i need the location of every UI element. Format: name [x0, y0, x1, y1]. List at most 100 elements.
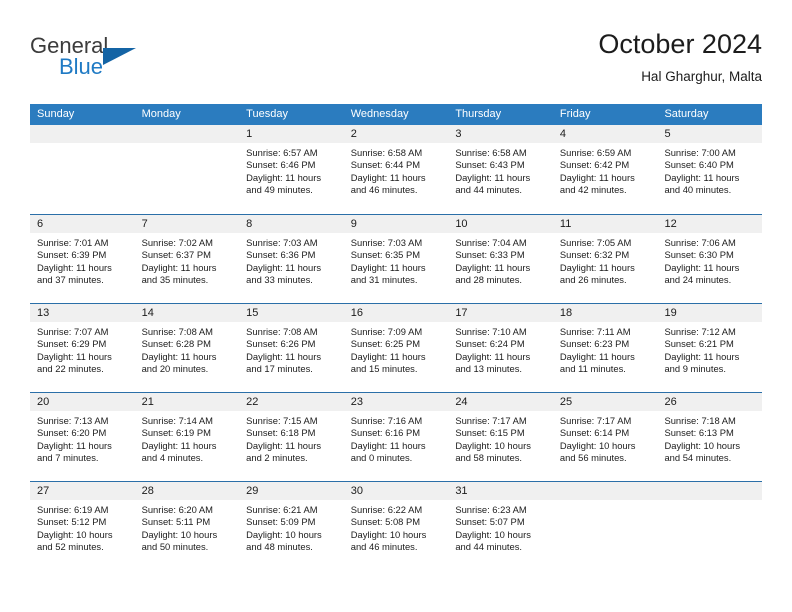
day-number: 29 — [239, 482, 344, 500]
calendar-day-cell[interactable]: 30 Sunrise: 6:22 AM Sunset: 5:08 PM Dayligh… — [343, 482, 449, 570]
calendar-day-cell[interactable]: 11 Sunrise: 7:05 AM Sunset: 6:32 PM Dayligh… — [552, 215, 658, 303]
daylight-duration-line2: and 52 minutes. — [37, 540, 104, 552]
day-sun-info: Sunrise: 7:16 AM Sunset: 6:16 PM Daylight:… — [344, 411, 449, 464]
daylight-duration-line1: Daylight: 11 hours — [37, 350, 112, 362]
sunrise-time: Sunrise: 6:22 AM — [350, 504, 423, 515]
weekday-header-saturday: Saturday — [664, 108, 709, 120]
calendar-week-row: 13 Sunrise: 7:07 AM Sunset: 6:29 PM Dayligh… — [30, 303, 763, 392]
day-number: 30 — [343, 482, 449, 500]
sunrise-time: Sunrise: 6:57 AM — [246, 147, 318, 158]
weekday-header-tuesday: Tuesday — [246, 108, 288, 120]
daylight-duration-line2: and 35 minutes. — [141, 273, 209, 285]
sunset-time: Sunset: 5:08 PM — [350, 516, 421, 528]
daylight-duration-line1: Daylight: 11 hours — [664, 350, 740, 362]
sunrise-time: Sunrise: 7:16 AM — [350, 415, 423, 426]
calendar-day-cell[interactable]: 16 Sunrise: 7:09 AM Sunset: 6:25 PM Dayligh… — [343, 304, 449, 392]
calendar-day-cell[interactable]: 5 Sunrise: 7:00 AM Sunset: 6:40 PM Daylight… — [657, 125, 763, 214]
sunrise-time: Sunrise: 7:03 AM — [350, 237, 423, 248]
calendar-day-cell[interactable]: 6 Sunrise: 7:01 AM Sunset: 6:39 PM Daylight… — [30, 215, 135, 303]
calendar-day-cell[interactable]: 9 Sunrise: 7:03 AM Sunset: 6:35 PM Daylight… — [343, 215, 449, 303]
daylight-duration-line2: and 44 minutes. — [455, 183, 523, 195]
daylight-duration-line1: Daylight: 10 hours — [141, 528, 218, 540]
daylight-duration-line1: Daylight: 11 hours — [246, 261, 322, 273]
day-sun-info: Sunrise: 7:01 AM Sunset: 6:39 PM Daylight:… — [30, 233, 135, 286]
day-number: 25 — [552, 393, 658, 411]
calendar-day-cell[interactable]: 27 Sunrise: 6:19 AM Sunset: 5:12 PM Dayligh… — [30, 482, 135, 570]
daylight-duration-line2: and 40 minutes. — [664, 183, 732, 195]
calendar-day-cell[interactable]: 17 Sunrise: 7:10 AM Sunset: 6:24 PM Dayligh… — [448, 304, 553, 392]
daylight-duration-line1: Daylight: 11 hours — [455, 350, 531, 362]
calendar-day-cell[interactable]: 21 Sunrise: 7:14 AM Sunset: 6:19 PM Dayligh… — [134, 393, 240, 481]
daylight-duration-line2: and 46 minutes. — [350, 540, 418, 552]
daylight-duration-line1: Daylight: 11 hours — [246, 171, 322, 183]
sunset-time: Sunset: 6:14 PM — [559, 427, 630, 439]
calendar-day-cell[interactable]: 23 Sunrise: 7:16 AM Sunset: 6:16 PM Dayligh… — [343, 393, 449, 481]
sunrise-time: Sunrise: 6:19 AM — [37, 504, 109, 515]
sunset-time: Sunset: 6:43 PM — [455, 159, 525, 171]
calendar-day-cell[interactable]: 3 Sunrise: 6:58 AM Sunset: 6:43 PM Daylight… — [448, 125, 553, 214]
calendar-day-cell[interactable]: 15 Sunrise: 7:08 AM Sunset: 6:26 PM Dayligh… — [239, 304, 344, 392]
calendar-day-cell-empty — [657, 482, 763, 570]
daylight-duration-line2: and 50 minutes. — [141, 540, 209, 552]
day-number: 4 — [552, 125, 658, 143]
sunset-time: Sunset: 6:18 PM — [246, 427, 316, 439]
daylight-duration-line2: and 28 minutes. — [455, 273, 523, 285]
sunrise-time: Sunrise: 6:20 AM — [141, 504, 213, 515]
daylight-duration-line2: and 9 minutes. — [664, 362, 726, 374]
calendar-day-cell[interactable]: 1 Sunrise: 6:57 AM Sunset: 6:46 PM Daylight… — [239, 125, 344, 214]
day-sun-info: Sunrise: 7:11 AM Sunset: 6:23 PM Daylight:… — [553, 322, 658, 375]
calendar-day-cell[interactable]: 24 Sunrise: 7:17 AM Sunset: 6:15 PM Dayligh… — [448, 393, 553, 481]
calendar-grid: Sunday Monday Tuesday Wednesday Thursday… — [30, 104, 763, 570]
calendar-day-cell[interactable]: 20 Sunrise: 7:13 AM Sunset: 6:20 PM Dayligh… — [30, 393, 135, 481]
day-sun-info: Sunrise: 7:08 AM Sunset: 6:28 PM Daylight:… — [135, 322, 240, 375]
daylight-duration-line1: Daylight: 11 hours — [141, 350, 217, 362]
general-blue-logo[interactable]: General Blue — [30, 34, 230, 90]
day-sun-info: Sunrise: 7:08 AM Sunset: 6:26 PM Daylight:… — [239, 322, 344, 375]
calendar-day-cell[interactable]: 13 Sunrise: 7:07 AM Sunset: 6:29 PM Dayligh… — [30, 304, 135, 392]
day-sun-info: Sunrise: 7:13 AM Sunset: 6:20 PM Daylight:… — [30, 411, 135, 464]
day-number: 9 — [343, 215, 449, 233]
calendar-weeks: 1 Sunrise: 6:57 AM Sunset: 6:46 PM Daylight… — [30, 125, 763, 570]
calendar-day-cell[interactable]: 4 Sunrise: 6:59 AM Sunset: 6:42 PM Daylight… — [552, 125, 658, 214]
day-sun-info: Sunrise: 6:21 AM Sunset: 5:09 PM Daylight:… — [239, 500, 344, 553]
calendar-day-cell[interactable]: 19 Sunrise: 7:12 AM Sunset: 6:21 PM Dayligh… — [657, 304, 763, 392]
sunrise-time: Sunrise: 7:02 AM — [141, 237, 213, 248]
daylight-duration-line2: and 15 minutes. — [350, 362, 418, 374]
day-number: 7 — [134, 215, 240, 233]
sunrise-time: Sunrise: 7:00 AM — [664, 147, 736, 158]
calendar-day-cell[interactable]: 8 Sunrise: 7:03 AM Sunset: 6:36 PM Daylight… — [239, 215, 344, 303]
calendar-day-cell[interactable]: 2 Sunrise: 6:58 AM Sunset: 6:44 PM Daylight… — [343, 125, 449, 214]
daylight-duration-line1: Daylight: 11 hours — [559, 171, 635, 183]
calendar-day-cell[interactable]: 26 Sunrise: 7:18 AM Sunset: 6:13 PM Dayligh… — [657, 393, 763, 481]
weekday-header-sunday: Sunday — [37, 108, 75, 120]
sunset-time: Sunset: 6:39 PM — [37, 249, 107, 261]
daylight-duration-line1: Daylight: 11 hours — [246, 350, 322, 362]
sunset-time: Sunset: 6:40 PM — [664, 159, 734, 171]
day-number: 12 — [657, 215, 763, 233]
daylight-duration-line1: Daylight: 11 hours — [350, 350, 426, 362]
daylight-duration-line1: Daylight: 11 hours — [664, 171, 740, 183]
sunrise-time: Sunrise: 7:12 AM — [664, 326, 736, 337]
calendar-week-row: 1 Sunrise: 6:57 AM Sunset: 6:46 PM Daylight… — [30, 125, 763, 214]
calendar-day-cell[interactable]: 22 Sunrise: 7:15 AM Sunset: 6:18 PM Dayligh… — [239, 393, 344, 481]
calendar-day-cell[interactable]: 28 Sunrise: 6:20 AM Sunset: 5:11 PM Dayligh… — [134, 482, 240, 570]
calendar-day-cell[interactable]: 18 Sunrise: 7:11 AM Sunset: 6:23 PM Dayligh… — [552, 304, 658, 392]
day-sun-info: Sunrise: 7:18 AM Sunset: 6:13 PM Daylight:… — [657, 411, 762, 464]
calendar-day-cell[interactable]: 14 Sunrise: 7:08 AM Sunset: 6:28 PM Dayligh… — [134, 304, 240, 392]
calendar-day-cell[interactable]: 12 Sunrise: 7:06 AM Sunset: 6:30 PM Dayligh… — [657, 215, 763, 303]
calendar-day-cell[interactable]: 29 Sunrise: 6:21 AM Sunset: 5:09 PM Dayligh… — [239, 482, 344, 570]
day-sun-info: Sunrise: 7:04 AM Sunset: 6:33 PM Daylight:… — [448, 233, 553, 286]
calendar-day-cell[interactable]: 7 Sunrise: 7:02 AM Sunset: 6:37 PM Daylight… — [134, 215, 240, 303]
day-number: 14 — [134, 304, 240, 322]
day-number: 21 — [134, 393, 240, 411]
day-number: 3 — [448, 125, 553, 143]
calendar-day-cell-empty — [134, 125, 240, 214]
day-number: 19 — [657, 304, 763, 322]
calendar-day-cell[interactable]: 31 Sunrise: 6:23 AM Sunset: 5:07 PM Dayligh… — [448, 482, 553, 570]
calendar-day-cell[interactable]: 10 Sunrise: 7:04 AM Sunset: 6:33 PM Dayligh… — [448, 215, 553, 303]
day-sun-info: Sunrise: 7:10 AM Sunset: 6:24 PM Daylight:… — [448, 322, 553, 375]
calendar-day-cell[interactable]: 25 Sunrise: 7:17 AM Sunset: 6:14 PM Dayligh… — [552, 393, 658, 481]
daylight-duration-line1: Daylight: 10 hours — [37, 528, 113, 540]
day-number: 31 — [448, 482, 553, 500]
daylight-duration-line2: and 7 minutes. — [37, 451, 99, 463]
